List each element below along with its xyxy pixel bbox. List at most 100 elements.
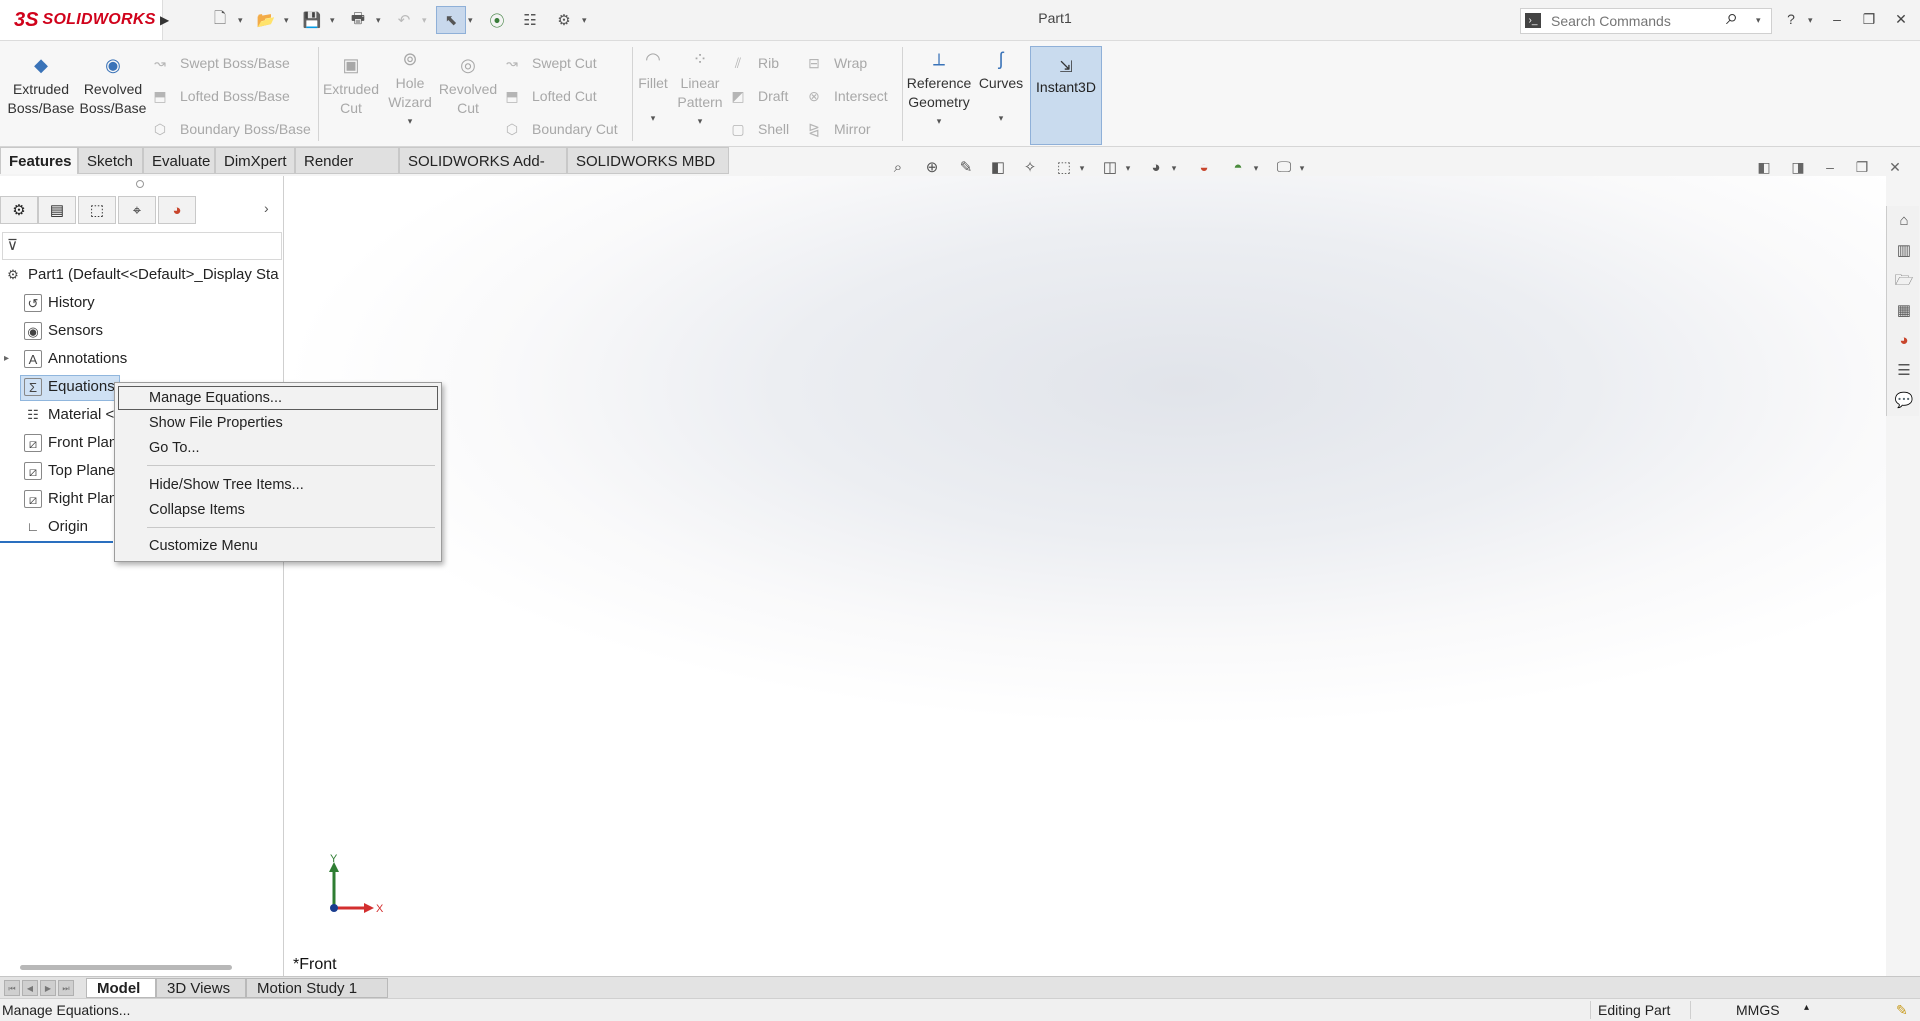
file-explorer-icon[interactable]: 🗁: [1893, 270, 1915, 292]
display-style-dropdown-icon[interactable]: ▾: [1122, 157, 1134, 179]
doc-restore-icon[interactable]: ❐: [1852, 157, 1872, 177]
search-icon[interactable]: ⌕: [1726, 4, 1752, 34]
tree-item-equations[interactable]: Σ Equations: [24, 374, 115, 400]
zoom-to-area-icon[interactable]: ⊕: [920, 157, 944, 179]
tree-item-annotations[interactable]: A Annotations: [24, 346, 127, 372]
search-dropdown-icon[interactable]: ▾: [1756, 8, 1766, 32]
tab-solidworks-mbd[interactable]: SOLIDWORKS MBD: [567, 147, 729, 174]
solidworks-logo[interactable]: 3S SOLIDWORKS: [0, 0, 163, 40]
tree-item-sensors[interactable]: ◉ Sensors: [24, 318, 103, 344]
reference-geometry-button[interactable]: ⟂ Reference Geometry ▾: [904, 50, 974, 131]
revolved-cut-button[interactable]: ◎ Revolved Cut: [438, 56, 498, 118]
zoom-to-fit-icon[interactable]: ⌕: [886, 157, 910, 179]
boundary-boss-button[interactable]: ⬡ Boundary Boss/Base: [150, 117, 311, 141]
doc-tile-left-icon[interactable]: ◧: [1754, 157, 1774, 177]
search-input[interactable]: [1549, 11, 1733, 31]
tree-root-part[interactable]: ⚙ Part1 (Default<<Default>_Display Sta: [4, 262, 278, 288]
section-view-icon[interactable]: ◧: [986, 157, 1010, 179]
view-orientation-dropdown-icon[interactable]: ▾: [1076, 157, 1088, 179]
restore-icon[interactable]: ❐: [1858, 8, 1880, 30]
tab-model[interactable]: Model: [86, 978, 156, 998]
new-document-icon[interactable]: 🗋: [208, 8, 232, 32]
tab-evaluate[interactable]: Evaluate: [143, 147, 215, 174]
linear-pattern-button[interactable]: ⁘ Linear Pattern ▾: [674, 50, 726, 131]
swept-boss-button[interactable]: ↝ Swept Boss/Base: [150, 51, 290, 75]
undo-dropdown-icon[interactable]: ▾: [422, 8, 432, 32]
curves-dropdown-icon[interactable]: ▾: [976, 109, 1026, 128]
tree-item-front-plane[interactable]: ⧄ Front Plan: [24, 430, 117, 456]
apply-scene-icon[interactable]: ◓: [1226, 157, 1250, 179]
lofted-boss-button[interactable]: ⬒ Lofted Boss/Base: [150, 84, 289, 108]
appearances-icon[interactable]: ◕: [1893, 330, 1915, 352]
display-style-icon[interactable]: ◫: [1098, 157, 1122, 179]
lofted-cut-button[interactable]: ⬒ Lofted Cut: [502, 84, 596, 108]
select-pointer-icon[interactable]: ⬉: [436, 6, 466, 34]
edit-appearance-icon[interactable]: ◒: [1192, 157, 1216, 179]
doc-tile-right-icon[interactable]: ◨: [1788, 157, 1808, 177]
extruded-cut-button[interactable]: ▣ Extruded Cut: [320, 56, 382, 118]
configuration-manager-tab-icon[interactable]: ⬚: [78, 196, 116, 224]
first-tab-icon[interactable]: ⏮: [4, 980, 20, 996]
close-icon[interactable]: ✕: [1890, 8, 1912, 30]
menu-item-collapse-items[interactable]: Collapse Items: [115, 498, 441, 522]
previous-tab-icon[interactable]: ◀: [22, 980, 38, 996]
shell-button[interactable]: ▢ Shell: [728, 117, 789, 141]
menu-item-manage-equations[interactable]: Manage Equations...: [118, 386, 438, 410]
graphics-area[interactable]: [284, 176, 1886, 976]
extruded-boss-button[interactable]: ◆ Extruded Boss/Base: [6, 56, 76, 118]
tab-motion-study-1[interactable]: Motion Study 1: [246, 978, 388, 998]
tab-solidworks-add-ins[interactable]: SOLIDWORKS Add-Ins: [399, 147, 567, 197]
hole-wizard-button[interactable]: ⊚ Hole Wizard ▾: [382, 50, 438, 131]
doc-minimize-icon[interactable]: –: [1820, 157, 1840, 177]
tab-features[interactable]: Features: [0, 147, 78, 174]
feature-manager-tab-icon[interactable]: ⚙: [0, 196, 38, 224]
forum-icon[interactable]: 💬: [1893, 390, 1915, 412]
unit-system-dropdown-icon[interactable]: ▴: [1804, 1002, 1809, 1013]
hide-show-dropdown-icon[interactable]: ▾: [1168, 157, 1180, 179]
tab-sketch[interactable]: Sketch: [78, 147, 143, 174]
instant3d-toggle[interactable]: ⇲ Instant3D: [1030, 46, 1102, 145]
doc-close-icon[interactable]: ✕: [1885, 157, 1905, 177]
previous-view-icon[interactable]: ✎: [954, 157, 978, 179]
panel-expand-arrow-icon[interactable]: ›: [264, 200, 269, 216]
tab-3d-views[interactable]: 3D Views: [156, 978, 246, 998]
file-properties-icon[interactable]: ☷: [518, 8, 542, 32]
panel-splitter-handle[interactable]: [136, 180, 144, 188]
fillet-button[interactable]: ◠ Fillet ▾: [636, 50, 670, 128]
tree-filter-bar[interactable]: ⊽: [2, 232, 282, 260]
draft-button[interactable]: ◩ Draft: [728, 84, 788, 108]
display-manager-tab-icon[interactable]: ◕: [158, 196, 196, 224]
home-icon[interactable]: ⌂: [1893, 210, 1915, 232]
view-orientation-icon[interactable]: ⬚: [1052, 157, 1076, 179]
rebuild-traffic-light-icon[interactable]: ⦿: [485, 8, 509, 32]
rebuild-status-icon[interactable]: ✎: [1896, 1002, 1908, 1019]
wrap-button[interactable]: ⊟ Wrap: [804, 51, 867, 75]
mirror-button[interactable]: ⧎ Mirror: [804, 117, 870, 141]
undo-icon[interactable]: ↶: [392, 8, 416, 32]
reference-geometry-dropdown-icon[interactable]: ▾: [904, 112, 974, 131]
rollback-bar[interactable]: [0, 541, 113, 543]
save-dropdown-icon[interactable]: ▾: [330, 8, 340, 32]
linear-pattern-dropdown-icon[interactable]: ▾: [674, 112, 726, 131]
tab-dimxpert[interactable]: DimXpert: [215, 147, 295, 174]
new-dropdown-icon[interactable]: ▾: [238, 8, 248, 32]
print-icon[interactable]: 🖶: [346, 8, 370, 32]
rib-button[interactable]: ⫽ Rib: [728, 51, 779, 75]
tree-item-origin[interactable]: ∟ Origin: [24, 514, 88, 540]
unit-system[interactable]: MMGS: [1736, 1002, 1780, 1018]
minimize-icon[interactable]: –: [1826, 8, 1848, 30]
design-library-icon[interactable]: ▥: [1893, 240, 1915, 262]
dynamic-annotation-view-icon[interactable]: ✧: [1018, 157, 1042, 179]
view-palette-icon[interactable]: ▦: [1893, 300, 1915, 322]
tree-item-right-plane[interactable]: ⧄ Right Plan: [24, 486, 117, 512]
save-icon[interactable]: 💾: [300, 8, 324, 32]
hide-show-items-icon[interactable]: ◕: [1144, 157, 1168, 179]
intersect-button[interactable]: ⊗ Intersect: [804, 84, 888, 108]
fillet-dropdown-icon[interactable]: ▾: [636, 109, 670, 128]
help-icon[interactable]: ?: [1780, 8, 1802, 30]
custom-properties-icon[interactable]: ☰: [1893, 360, 1915, 382]
next-tab-icon[interactable]: ▶: [40, 980, 56, 996]
annotations-expand-arrow-icon[interactable]: ▸: [4, 346, 9, 372]
open-folder-icon[interactable]: 📂: [254, 8, 278, 32]
menu-item-go-to[interactable]: Go To...: [115, 436, 441, 460]
